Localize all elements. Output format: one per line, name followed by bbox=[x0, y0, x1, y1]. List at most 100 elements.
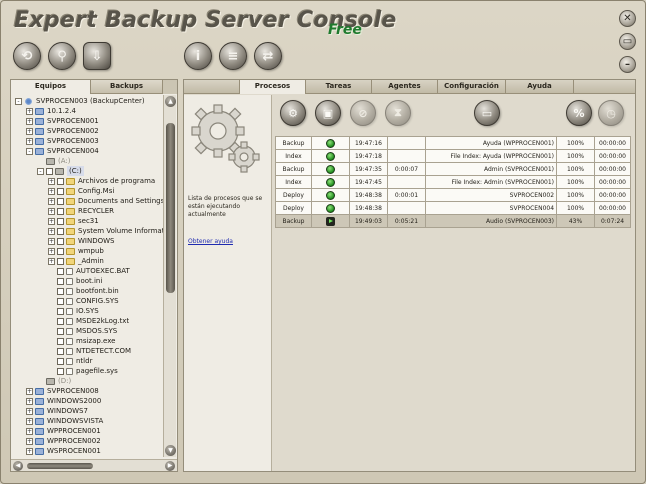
help-link[interactable]: Obtener ayuda bbox=[188, 238, 233, 245]
tree-item[interactable]: + Config.Msi bbox=[15, 186, 163, 196]
expand-icon[interactable]: + bbox=[48, 217, 55, 225]
table-row[interactable]: Backup 19:47:35 0:00:07 Admin (SVPROCEN001)… bbox=[275, 162, 631, 176]
tree-checkbox[interactable] bbox=[57, 327, 64, 335]
tree-checkbox[interactable] bbox=[57, 317, 64, 325]
tree-item[interactable]: + WSPROCEN001 bbox=[15, 446, 163, 456]
tree-horizontal-scrollbar[interactable]: ◀ ▶ bbox=[11, 459, 177, 471]
expand-icon[interactable]: + bbox=[26, 437, 33, 445]
tree-checkbox[interactable] bbox=[57, 257, 64, 265]
info-icon[interactable]: i bbox=[184, 42, 212, 70]
tab-equipos[interactable]: Equipos bbox=[11, 80, 91, 94]
tree-item[interactable]: NTDETECT.COM bbox=[15, 346, 163, 356]
table-row[interactable]: Deploy 19:48:38 0:00:01 SVPROCEN002 100% 00:0… bbox=[275, 188, 631, 202]
expand-icon[interactable]: + bbox=[26, 117, 33, 125]
tree-checkbox[interactable] bbox=[46, 167, 53, 175]
table-row[interactable]: Index 19:47:45 File Index: Admin (SVPROCEN… bbox=[275, 175, 631, 189]
expand-icon[interactable]: + bbox=[48, 257, 55, 265]
scroll-down-icon[interactable]: ▼ bbox=[165, 445, 176, 456]
tree-item[interactable]: IO.SYS bbox=[15, 306, 163, 316]
lock-icon[interactable]: ▣ bbox=[315, 100, 341, 126]
expand-icon[interactable]: + bbox=[26, 137, 33, 145]
tree-checkbox[interactable] bbox=[57, 237, 64, 245]
refresh-icon[interactable]: ⟲ bbox=[13, 42, 41, 70]
tree-item[interactable]: (D:) bbox=[15, 376, 163, 386]
tree-checkbox[interactable] bbox=[57, 267, 64, 275]
tree-checkbox[interactable] bbox=[57, 347, 64, 355]
search-icon[interactable]: ⚲ bbox=[48, 42, 76, 70]
settings-icon[interactable]: ⚙ bbox=[280, 100, 306, 126]
tree-item[interactable]: + WPPROCEN001 bbox=[15, 426, 163, 436]
tree-item[interactable]: + _Admin bbox=[15, 256, 163, 266]
tree-item[interactable]: - (C:) bbox=[15, 166, 163, 176]
tree-checkbox[interactable] bbox=[57, 247, 64, 255]
tree-checkbox[interactable] bbox=[57, 277, 64, 285]
hscroll-thumb[interactable] bbox=[27, 463, 93, 469]
tree-checkbox[interactable] bbox=[57, 297, 64, 305]
tree-checkbox[interactable] bbox=[57, 177, 64, 185]
tree-item[interactable]: + SVPROCEN003 bbox=[15, 136, 163, 146]
tree-item[interactable]: (A:) bbox=[15, 156, 163, 166]
clock-icon[interactable]: ◷ bbox=[598, 100, 624, 126]
expand-icon[interactable]: + bbox=[48, 207, 55, 215]
cancel-icon[interactable]: ⊘ bbox=[350, 100, 376, 126]
list-icon[interactable]: ≡ bbox=[219, 42, 247, 70]
tree-item[interactable]: + WINDOWS2000 bbox=[15, 396, 163, 406]
table-row[interactable]: Backup 19:49:03 0:05:21 Audio (SVPROCEN003)… bbox=[275, 214, 631, 228]
tree-checkbox[interactable] bbox=[57, 337, 64, 345]
tree-item[interactable]: MSDE2kLog.txt bbox=[15, 316, 163, 326]
tab-configuracion[interactable]: Configuración bbox=[438, 80, 506, 94]
maximize-icon[interactable]: ▭ bbox=[619, 33, 636, 50]
minimize-icon[interactable]: – bbox=[619, 56, 636, 73]
tab-backups[interactable]: Backups bbox=[91, 80, 163, 94]
tree-vertical-scrollbar[interactable]: ▲ ▼ bbox=[163, 95, 176, 457]
tree-item[interactable]: + WINDOWSVISTA bbox=[15, 416, 163, 426]
tree-item[interactable]: CONFIG.SYS bbox=[15, 296, 163, 306]
tree-item[interactable]: + RECYCLER bbox=[15, 206, 163, 216]
tree-item[interactable]: +10.1.2.4 bbox=[15, 106, 163, 116]
tab-agentes[interactable]: Agentes bbox=[372, 80, 438, 94]
tree-item[interactable]: ntldr bbox=[15, 356, 163, 366]
tree-item[interactable]: + SVPROCEN002 bbox=[15, 126, 163, 136]
hourglass-icon[interactable]: ⧗ bbox=[385, 100, 411, 126]
percent-icon[interactable]: % bbox=[566, 100, 592, 126]
tree-checkbox[interactable] bbox=[57, 217, 64, 225]
tab-procesos[interactable]: Procesos bbox=[240, 80, 306, 94]
tree-item[interactable]: bootfont.bin bbox=[15, 286, 163, 296]
tree-checkbox[interactable] bbox=[57, 307, 64, 315]
tree-item[interactable]: + System Volume Informatic bbox=[15, 226, 163, 236]
expand-icon[interactable]: + bbox=[48, 197, 55, 205]
expand-icon[interactable]: + bbox=[26, 127, 33, 135]
expand-icon[interactable]: + bbox=[26, 447, 33, 455]
tree-item[interactable]: + WINDOWS bbox=[15, 236, 163, 246]
table-row[interactable]: Deploy 19:48:38 SVPROCEN004 100% 00:00:00 bbox=[275, 201, 631, 215]
tree-item[interactable]: + WINDOWS7 bbox=[15, 406, 163, 416]
expand-icon[interactable]: + bbox=[26, 107, 33, 115]
tree-checkbox[interactable] bbox=[57, 197, 64, 205]
expand-icon[interactable]: + bbox=[26, 407, 33, 415]
expand-icon[interactable]: + bbox=[26, 417, 33, 425]
expand-icon[interactable]: + bbox=[26, 427, 33, 435]
tab-tareas[interactable]: Tareas bbox=[306, 80, 372, 94]
expand-icon[interactable]: + bbox=[26, 387, 33, 395]
tree-item[interactable]: - SVPROCEN003 (BackupCenter) bbox=[15, 96, 163, 106]
tree-item[interactable]: MSDOS.SYS bbox=[15, 326, 163, 336]
tree-item[interactable]: + Archivos de programa bbox=[15, 176, 163, 186]
tree-checkbox[interactable] bbox=[57, 287, 64, 295]
tree-checkbox[interactable] bbox=[57, 207, 64, 215]
tree-item[interactable]: + wmpub bbox=[15, 246, 163, 256]
tree-item[interactable]: + WPPROCEN002 bbox=[15, 436, 163, 446]
table-row[interactable]: Index 19:47:18 File Index: Ayuda (WPPROCEN… bbox=[275, 149, 631, 163]
scroll-left-icon[interactable]: ◀ bbox=[13, 461, 23, 471]
tree-item[interactable]: AUTOEXEC.BAT bbox=[15, 266, 163, 276]
expand-icon[interactable]: + bbox=[48, 237, 55, 245]
collapse-icon[interactable]: - bbox=[26, 147, 33, 155]
tree-item[interactable]: + SVPROCEN001 bbox=[15, 116, 163, 126]
tree-checkbox[interactable] bbox=[57, 367, 64, 375]
tree-item[interactable]: + SVPROCEN008 bbox=[15, 386, 163, 396]
tree-item[interactable]: boot.ini bbox=[15, 276, 163, 286]
expand-icon[interactable]: + bbox=[48, 177, 55, 185]
expand-icon[interactable]: + bbox=[26, 397, 33, 405]
scroll-right-icon[interactable]: ▶ bbox=[165, 461, 175, 471]
expand-icon[interactable]: + bbox=[48, 187, 55, 195]
collapse-icon[interactable]: - bbox=[15, 97, 22, 105]
